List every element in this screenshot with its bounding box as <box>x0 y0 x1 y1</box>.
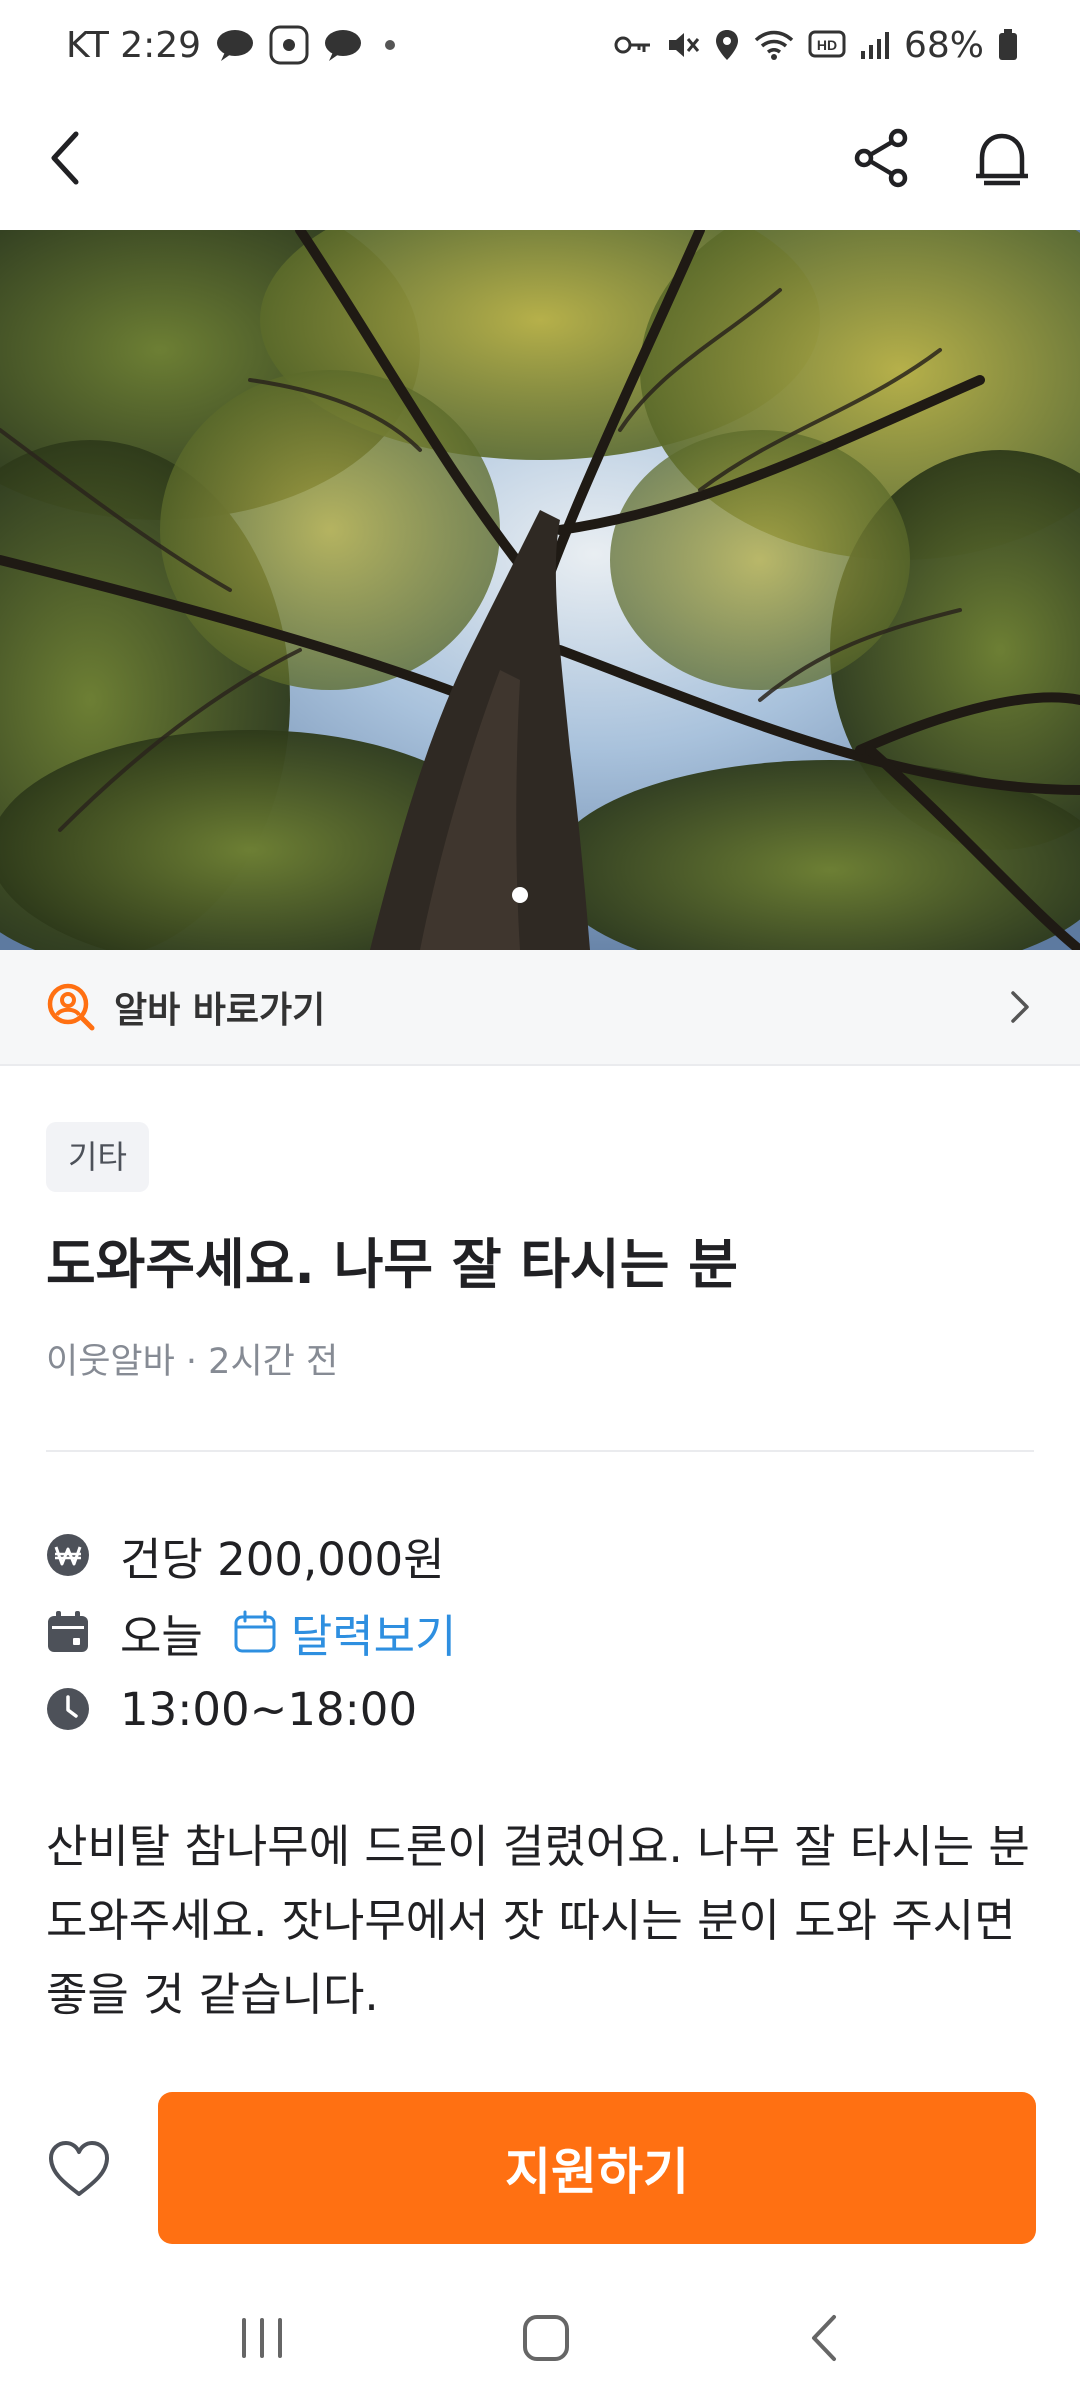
time-row: 13:00~18:00 <box>46 1678 417 1740</box>
category-badge: 기타 <box>46 1122 149 1192</box>
signal-icon <box>860 31 890 59</box>
job-shortcut-bar[interactable]: 알바 바로가기 <box>0 950 1080 1066</box>
home-button[interactable] <box>521 2313 571 2367</box>
carousel-indicator-dot <box>512 887 528 903</box>
post-description: 산비탈 참나무에 드론이 걸렸어요. 나무 잘 타시는 분 도와주세요. 잣나무… <box>46 1820 1030 2021</box>
alarm-button[interactable] <box>974 130 1030 190</box>
chevron-right-icon <box>1011 991 1029 1023</box>
pay-row: 건당 200,000원 <box>46 1524 445 1586</box>
pay-text: 건당 200,000원 <box>120 1532 445 1586</box>
system-back-button[interactable] <box>806 2313 842 2367</box>
location-icon <box>714 28 740 62</box>
recent-apps-button[interactable] <box>238 2316 286 2364</box>
recent-apps-icon <box>241 2318 282 2358</box>
calendar-view-link[interactable]: 달력보기 <box>233 1600 457 1665</box>
divider <box>46 1450 1034 1452</box>
svg-text:HD: HD <box>817 37 837 53</box>
apply-button[interactable]: 지원하기 <box>158 2092 1036 2244</box>
share-button[interactable] <box>852 128 912 192</box>
calendar-view-label: 달력보기 <box>290 1609 457 1663</box>
system-nav-bar <box>0 2280 1080 2400</box>
back-icon <box>812 2315 837 2361</box>
status-bar-right: HD 68% <box>614 25 1018 66</box>
battery-percent: 68% <box>903 24 984 66</box>
wifi-icon <box>754 29 794 61</box>
market-app-icon <box>269 25 309 65</box>
date-row: 오늘 달력보기 <box>46 1601 456 1663</box>
bell-icon <box>976 133 1028 186</box>
chevron-left-icon <box>51 131 79 185</box>
talk-icon <box>323 28 363 62</box>
carrier-time: KT 2:29 <box>66 24 202 66</box>
battery-icon <box>998 29 1018 61</box>
back-button[interactable] <box>46 128 86 192</box>
clock-icon <box>46 1687 90 1731</box>
heart-outline-icon <box>49 2141 109 2196</box>
mute-icon <box>666 29 700 61</box>
hd-icon: HD <box>808 30 846 60</box>
like-button[interactable] <box>46 2136 112 2202</box>
share-icon <box>854 128 908 188</box>
post-title: 도와주세요. 나무 잘 타시는 분 <box>46 1233 738 1296</box>
notification-dot <box>385 40 396 50</box>
status-bar-left: KT 2:29 <box>66 24 396 66</box>
job-post-page: KT 2:29 HD 68% 알바 바로가기 기타 도와주세요. 나무 잘 타시… <box>0 0 1080 2400</box>
shortcut-label: 알바 바로가기 <box>114 990 326 1031</box>
home-icon <box>522 2315 569 2361</box>
app-bar-actions <box>852 128 1030 192</box>
tree-canopy-photo <box>0 230 1080 950</box>
date-text: 오늘 <box>120 1609 203 1663</box>
calendar-outline-icon <box>233 1610 277 1654</box>
won-icon <box>46 1533 90 1577</box>
person-search-icon <box>47 983 95 1031</box>
time-text: 13:00~18:00 <box>120 1682 418 1736</box>
app-bar <box>0 90 1080 230</box>
calendar-icon <box>46 1610 90 1654</box>
talk-icon <box>215 28 255 62</box>
hero-image[interactable] <box>0 230 1080 950</box>
status-bar: KT 2:29 HD 68% <box>0 0 1080 90</box>
key-icon <box>614 33 652 57</box>
post-meta: 이웃알바 · 2시간 전 <box>46 1342 339 1382</box>
